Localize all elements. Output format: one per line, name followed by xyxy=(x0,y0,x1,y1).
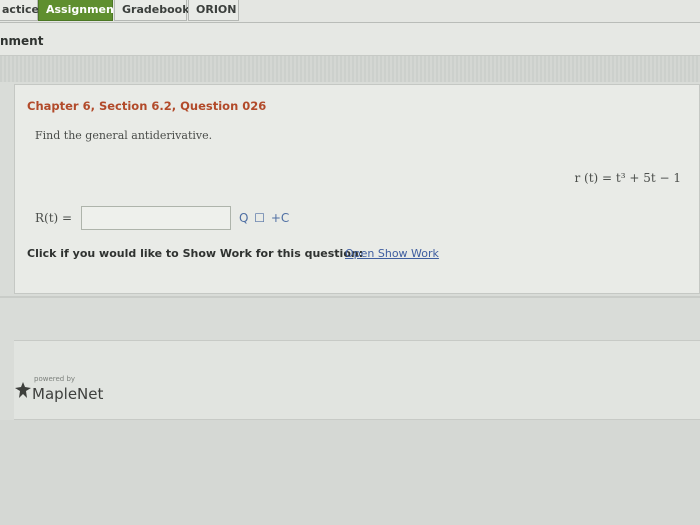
search-icon[interactable]: Q xyxy=(239,211,248,225)
footer-separator xyxy=(0,296,700,298)
showwork-text: Click if you would like to Show Work for… xyxy=(27,247,439,260)
brand-name: MapleNet xyxy=(32,385,104,403)
question-panel: Chapter 6, Section 6.2, Question 026 Fin… xyxy=(14,84,700,294)
footer: powered by MapleNet xyxy=(14,340,700,420)
open-show-work-link[interactable]: Open Show Work xyxy=(345,247,439,260)
tab-assignment[interactable]: Assignment xyxy=(38,0,119,21)
section-title: nment xyxy=(0,34,44,48)
decorative-band xyxy=(0,56,700,82)
tab-orion[interactable]: ORION xyxy=(188,0,239,21)
tab-gradebook[interactable]: Gradebook xyxy=(114,0,190,21)
showwork-label: Click if you would like to Show Work for… xyxy=(27,247,364,260)
maplenet-logo-icon xyxy=(15,382,31,398)
answer-label: R(t) = xyxy=(35,211,73,225)
question-title: Chapter 6, Section 6.2, Question 026 xyxy=(27,99,267,113)
question-prompt: Find the general antiderivative. xyxy=(35,129,213,142)
function-formula: r (t) = t³ + 5t − 1 xyxy=(574,171,681,185)
answer-tools: Q ☐ +C xyxy=(239,211,291,225)
powered-by-text: powered by xyxy=(34,375,76,383)
answer-input[interactable] xyxy=(81,206,231,230)
plus-c-button[interactable]: +C xyxy=(271,211,289,225)
edit-icon[interactable]: ☐ xyxy=(254,211,265,225)
top-tab-bar: actice Assignment Gradebook ORION xyxy=(0,0,700,23)
section-header: nment xyxy=(0,23,700,56)
tab-practice[interactable]: actice xyxy=(0,0,39,21)
bottom-area xyxy=(0,420,700,525)
